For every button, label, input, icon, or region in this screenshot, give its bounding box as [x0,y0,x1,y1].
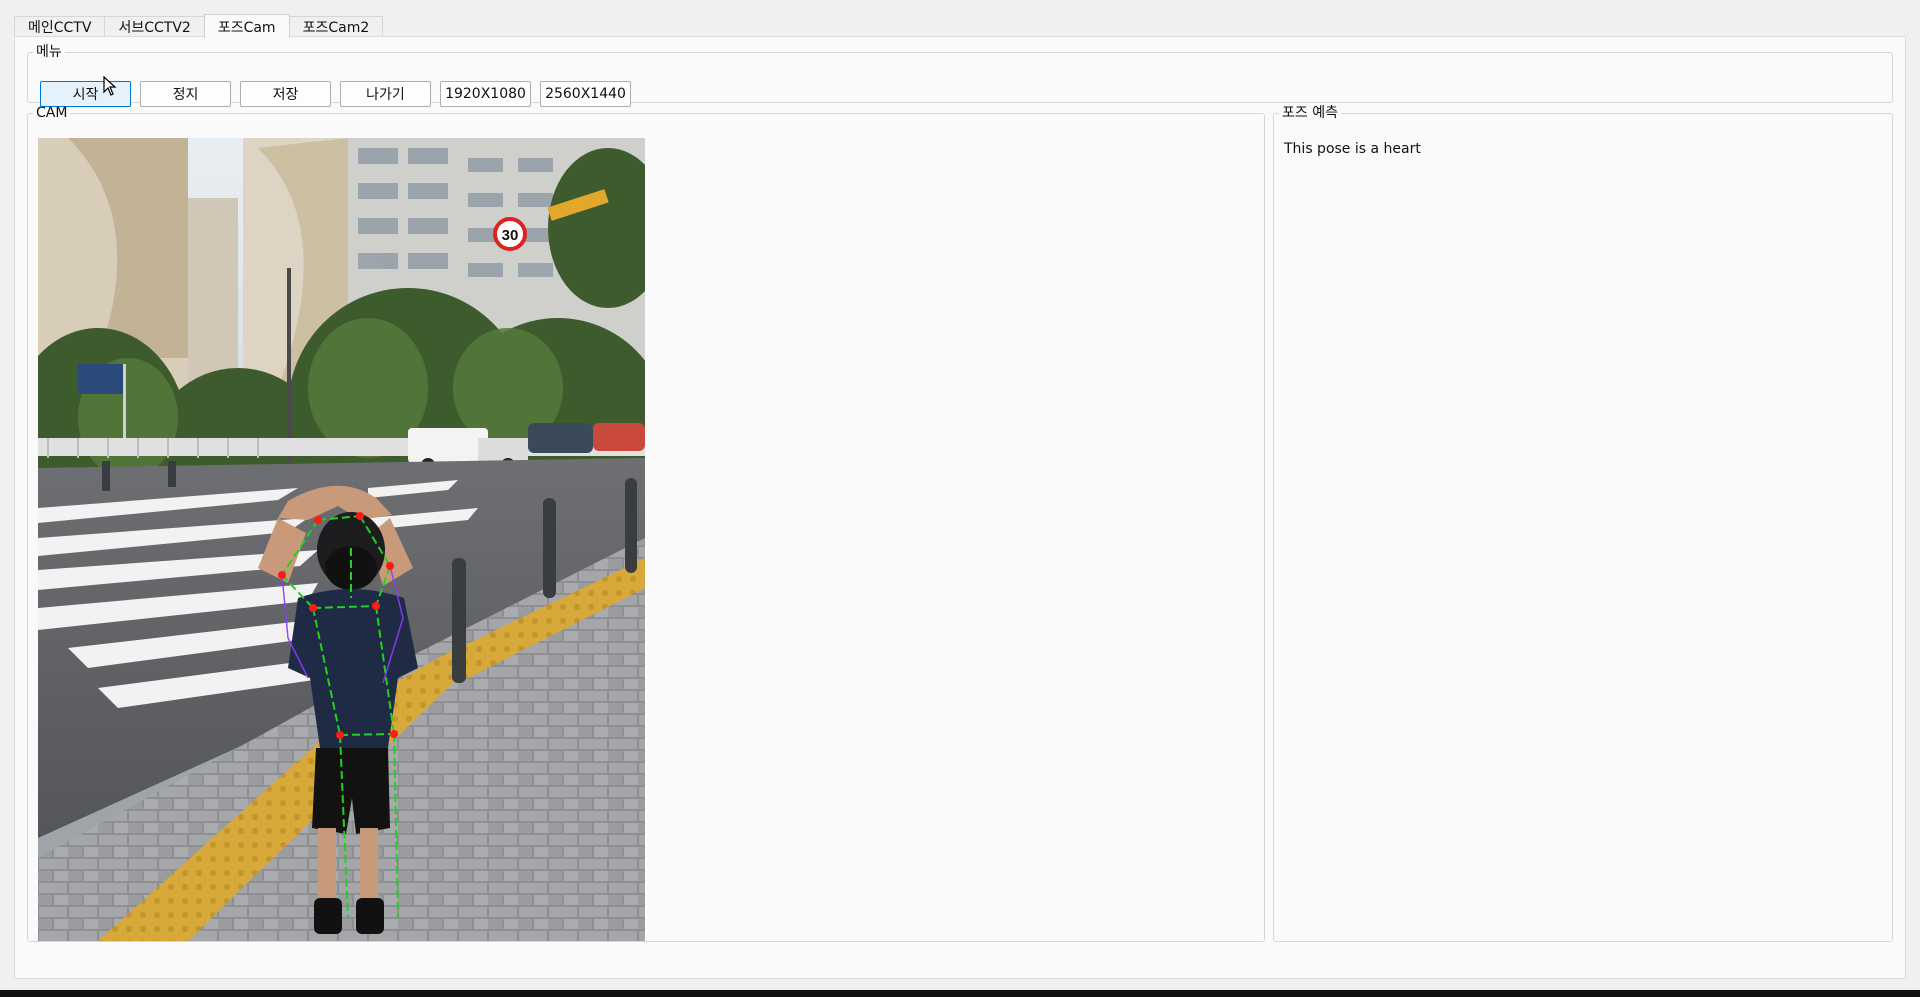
tab-sub-cctv2[interactable]: 서브CCTV2 [104,16,205,37]
tab-page: 메뉴 시작 정지 저장 나가기 1920X1080 2560X1440 CAM [14,36,1906,979]
speed-limit-sign: 30 [502,227,519,244]
tab-label: 포즈Cam2 [302,20,370,36]
tab-label: 서브CCTV2 [118,20,191,36]
mouse-cursor-icon [103,76,117,96]
camera-feed: 30 [38,138,645,941]
tab-main-cctv[interactable]: 메인CCTV [14,16,106,37]
tab-pose-cam[interactable]: 포즈Cam [203,14,290,38]
save-button[interactable]: 저장 [240,81,331,107]
resolution-1920x1080-button[interactable]: 1920X1080 [440,81,531,107]
tab-pose-cam2[interactable]: 포즈Cam2 [288,16,384,37]
tab-label: 메인CCTV [28,20,92,36]
pose-prediction-group: 포즈 예측 This pose is a heart [1273,105,1893,942]
exit-button[interactable]: 나가기 [340,81,431,107]
menu-group-title: 메뉴 [36,44,62,60]
bottom-edge [0,990,1920,997]
start-button[interactable]: 시작 [40,81,131,107]
resolution-2560x1440-button[interactable]: 2560X1440 [540,81,631,107]
tab-bar: 메인CCTV 서브CCTV2 포즈Cam 포즈Cam2 [14,13,384,38]
camera-frame-image: 30 [38,138,645,941]
stop-button[interactable]: 정지 [140,81,231,107]
pose-prediction-result: This pose is a heart [1284,141,1421,157]
cam-group: CAM 30 [27,105,1265,942]
menu-button-row: 시작 정지 저장 나가기 1920X1080 2560X1440 [40,81,640,107]
menu-group: 메뉴 시작 정지 저장 나가기 1920X1080 2560X1440 [27,44,1893,107]
cam-group-title: CAM [36,105,68,121]
pose-prediction-title: 포즈 예측 [1282,105,1338,121]
tab-label: 포즈Cam [217,19,276,36]
